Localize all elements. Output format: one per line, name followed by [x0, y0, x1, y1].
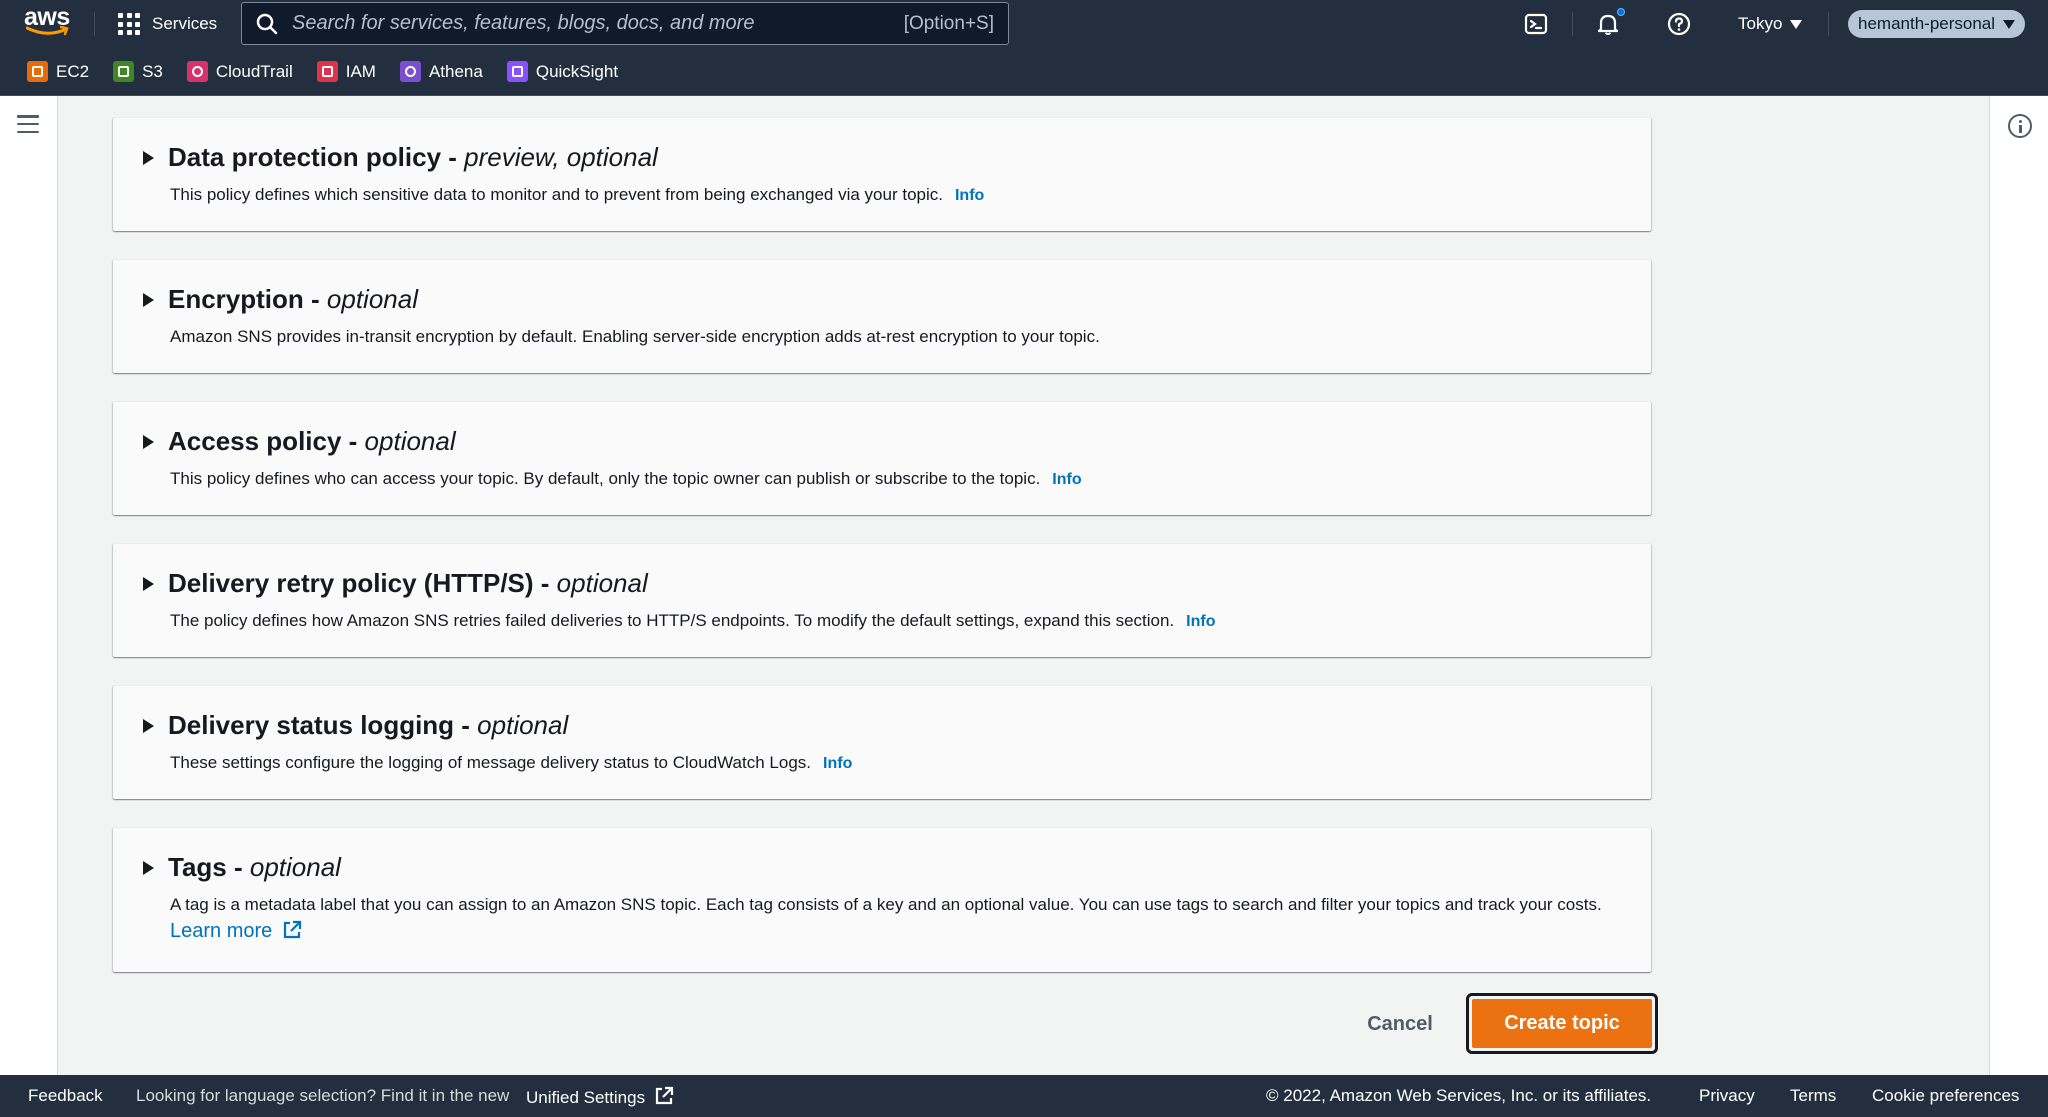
cloudtrail-icon [186, 61, 208, 82]
aws-logo-text: aws [24, 3, 70, 31]
caret-right-icon [143, 860, 154, 875]
nav-divider [1572, 12, 1573, 36]
terms-link[interactable]: Terms [1790, 1086, 1836, 1106]
info-link[interactable]: Info [1186, 613, 1215, 630]
section-encryption: Encryption - optional Amazon SNS provide… [113, 259, 1651, 373]
nav-divider [1828, 12, 1829, 36]
quicksight-icon [506, 61, 528, 82]
info-icon[interactable] [2008, 114, 2032, 138]
info-link[interactable]: Info [955, 187, 984, 204]
favorite-label: QuickSight [535, 61, 619, 81]
account-menu[interactable]: hemanth-personal [1848, 10, 2026, 38]
caret-right-icon [143, 150, 154, 165]
help-button[interactable] [1665, 10, 1693, 38]
section-description: Amazon SNS provides in-transit encryptio… [170, 327, 1100, 346]
feedback-link[interactable]: Feedback [28, 1086, 103, 1106]
section-title: Tags - optional [168, 852, 341, 882]
section-description: This policy defines which sensitive data… [170, 185, 985, 204]
search-input[interactable] [292, 12, 904, 35]
bell-icon [1597, 14, 1619, 35]
section-data-protection-policy: Data protection policy - preview, option… [113, 117, 1651, 231]
privacy-link[interactable]: Privacy [1699, 1086, 1755, 1106]
services-label: Services [152, 14, 218, 33]
favorite-cloudtrail[interactable]: CloudTrail [186, 61, 293, 82]
search-shortcut-hint: [Option+S] [903, 12, 994, 34]
section-tags: Tags - optional A tag is a metadata labe… [113, 827, 1651, 972]
learn-more-link[interactable]: Learn more [170, 920, 302, 942]
info-link[interactable]: Info [1052, 471, 1081, 488]
section-access-policy: Access policy - optional This policy def… [113, 401, 1651, 515]
menu-icon[interactable] [17, 115, 39, 133]
favorite-label: EC2 [56, 61, 90, 81]
caret-down-icon [1790, 19, 1803, 29]
section-description: This policy defines who can access your … [170, 469, 1082, 488]
info-link[interactable]: Info [823, 755, 852, 772]
caret-right-icon [143, 718, 154, 733]
favorite-label: S3 [142, 61, 163, 81]
s3-icon [113, 61, 135, 82]
grid-icon [118, 13, 140, 35]
section-toggle[interactable]: Encryption - optional [143, 284, 418, 315]
notifications-button[interactable] [1594, 8, 1625, 38]
nav-divider [94, 12, 95, 36]
caret-right-icon [143, 576, 154, 591]
cancel-button[interactable]: Cancel [1358, 1002, 1442, 1046]
section-description: These settings configure the logging of … [170, 753, 853, 772]
section-description: A tag is a metadata label that you can a… [170, 895, 1602, 942]
section-toggle[interactable]: Delivery retry policy (HTTP/S) - optiona… [143, 568, 648, 599]
section-toggle[interactable]: Tags - optional [143, 852, 341, 883]
athena-icon [399, 61, 421, 82]
favorite-label: CloudTrail [215, 61, 293, 81]
external-link-icon [655, 1086, 673, 1105]
footer: Feedback Looking for language selection?… [0, 1075, 2048, 1117]
favorites-bar: EC2 S3 CloudTrail IAM Athena QuickSight [0, 48, 2048, 96]
services-menu-button[interactable]: Services [118, 0, 217, 48]
favorite-quicksight[interactable]: QuickSight [506, 61, 619, 82]
section-title: Encryption - optional [168, 284, 418, 314]
aws-logo[interactable]: aws [24, 3, 74, 42]
favorite-iam[interactable]: IAM [316, 61, 376, 82]
caret-right-icon [143, 292, 154, 307]
create-topic-button[interactable]: Create topic [1472, 999, 1652, 1048]
cloudshell-button[interactable] [1522, 10, 1550, 38]
section-title: Access policy - optional [168, 426, 456, 456]
section-title: Data protection policy - preview, option… [168, 142, 658, 172]
language-prompt: Looking for language selection? Find it … [136, 1086, 510, 1105]
copyright-text: © 2022, Amazon Web Services, Inc. or its… [1266, 1086, 1652, 1105]
cookie-preferences-link[interactable]: Cookie preferences [1872, 1086, 2019, 1106]
notification-dot [1617, 8, 1625, 16]
unified-settings-link[interactable]: Unified Settings [526, 1086, 674, 1108]
account-name: hemanth-personal [1858, 14, 1996, 33]
favorite-ec2[interactable]: EC2 [27, 61, 89, 82]
top-navigation: aws Services [Option+S] [0, 0, 2048, 48]
section-toggle[interactable]: Data protection policy - preview, option… [143, 142, 658, 173]
section-toggle[interactable]: Delivery status logging - optional [143, 710, 568, 741]
section-delivery-status-logging: Delivery status logging - optional These… [113, 685, 1651, 799]
cloudshell-icon [1524, 13, 1548, 35]
section-description: The policy defines how Amazon SNS retrie… [170, 611, 1216, 630]
help-icon [1667, 12, 1691, 36]
favorite-s3[interactable]: S3 [113, 61, 163, 82]
favorite-label: Athena [428, 61, 483, 81]
smile-icon [26, 26, 69, 36]
caret-right-icon [143, 434, 154, 449]
help-panel-rail [1989, 96, 2048, 1075]
region-selector[interactable]: Tokyo [1738, 0, 1803, 48]
section-title: Delivery retry policy (HTTP/S) - optiona… [168, 568, 648, 598]
search-icon [256, 13, 278, 34]
iam-icon [316, 61, 338, 82]
caret-down-icon [2003, 19, 2016, 29]
ec2-icon [27, 61, 48, 82]
search-box[interactable]: [Option+S] [241, 2, 1009, 45]
section-title: Delivery status logging - optional [168, 710, 569, 740]
favorite-label: IAM [345, 61, 376, 81]
favorite-athena[interactable]: Athena [399, 61, 483, 82]
left-navigation-rail [0, 96, 58, 1075]
external-link-icon [283, 920, 301, 939]
section-toggle[interactable]: Access policy - optional [143, 426, 456, 457]
section-delivery-retry-policy: Delivery retry policy (HTTP/S) - optiona… [113, 543, 1651, 657]
region-label: Tokyo [1738, 14, 1783, 33]
